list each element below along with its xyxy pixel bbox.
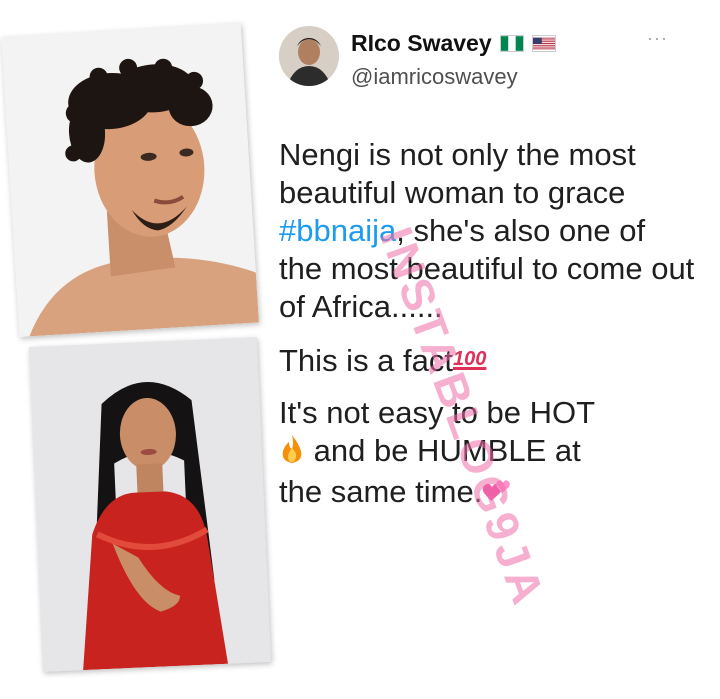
hashtag-link[interactable]: #bbnaija (279, 213, 396, 248)
tweet-paragraph-1: Nengi is not only the most beautiful wom… (279, 136, 695, 326)
display-name[interactable]: RIco Swavey (351, 30, 492, 57)
paragraph-3-line-2: and be HUMBLE at (313, 433, 581, 468)
usa-flag-icon (531, 35, 556, 52)
woman-portrait-image (29, 337, 271, 672)
hundred-points-icon: 100 (453, 348, 487, 370)
two-hearts-icon (482, 476, 512, 514)
fire-icon (279, 434, 305, 473)
name-line: RIco Swavey (351, 30, 556, 57)
photo-man (1, 22, 259, 338)
tweet-text: Nengi is not only the most beautiful wom… (279, 136, 695, 528)
avatar-image (279, 26, 339, 86)
tweet-paragraph-2: This is a fact100 (279, 340, 695, 380)
paragraph-1-text: Nengi is not only the most beautiful wom… (279, 137, 636, 210)
tweet-paragraph-3: It's not easy to be HOT and be HUMBLE at… (279, 394, 695, 514)
paragraph-3-line-1: It's not easy to be HOT (279, 395, 596, 430)
paragraph-2-text: This is a fact (279, 343, 453, 378)
more-options-icon[interactable]: ··· (647, 28, 668, 49)
man-portrait-image (1, 22, 259, 338)
paragraph-3-line-3: the same time. (279, 474, 483, 509)
user-handle[interactable]: @iamricoswavey (351, 64, 518, 90)
avatar[interactable] (279, 26, 339, 86)
photo-woman (29, 337, 271, 672)
tweet-card: RIco Swavey @iamricoswavey ··· Nengi is … (275, 18, 695, 688)
nigeria-flag-icon (499, 35, 524, 52)
